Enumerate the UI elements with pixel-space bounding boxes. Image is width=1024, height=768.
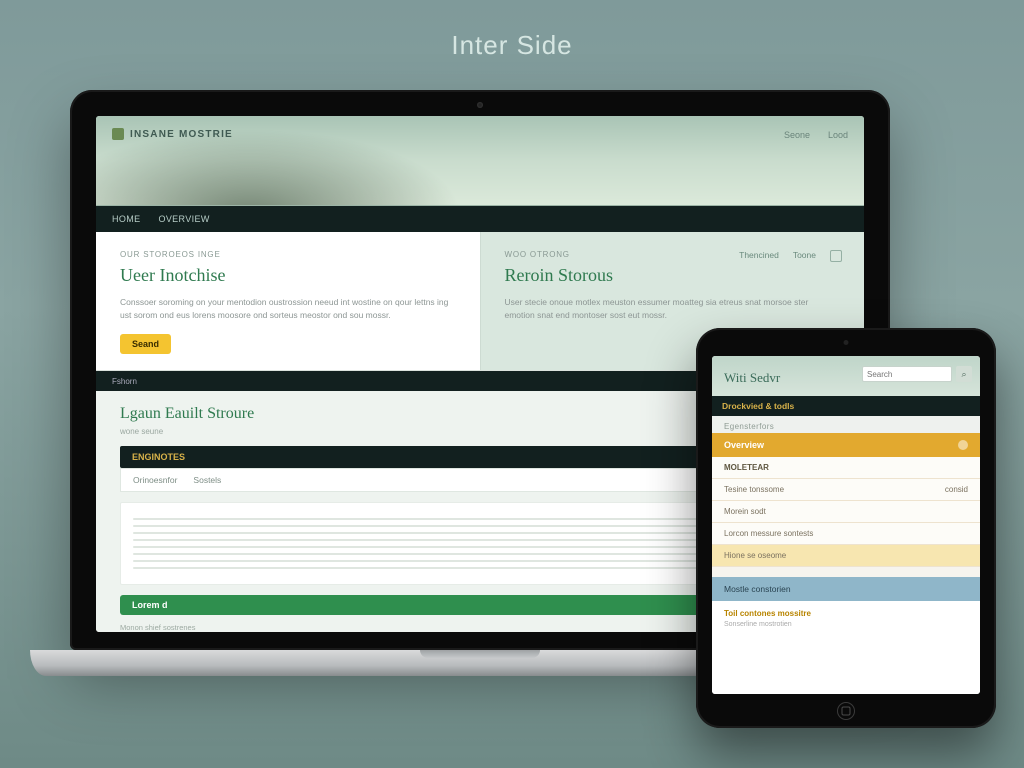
right-meta-link[interactable]: Thencined <box>739 250 779 262</box>
right-meta: Thencined Toone <box>739 250 842 262</box>
nav-item[interactable]: OVERVIEW <box>158 214 209 224</box>
hero-nav-link[interactable]: Seone <box>784 130 810 140</box>
tablet-list: MOLETEAR Tesine tonssome consid Morein s… <box>712 457 980 545</box>
hero-nav: Seone Lood <box>784 130 848 140</box>
left-heading: Ueer Inotchise <box>120 265 456 286</box>
expand-icon[interactable] <box>830 250 842 262</box>
right-body: User stecie onoue motlex meuston essumer… <box>505 296 841 322</box>
lower-tab[interactable]: Orinoesnfor <box>133 475 177 485</box>
brand[interactable]: INSANE MOSTRIE <box>112 128 233 140</box>
highlight-label: Hione se oseome <box>724 551 786 560</box>
tablet-footer: Toil contones mossitre Sonserline mostro… <box>712 601 980 694</box>
left-cta-button[interactable]: Seand <box>120 334 171 354</box>
tablet-device: Witi Sedvr ⌕ Drockvied & todls Egensterf… <box>696 328 996 728</box>
tablet-screen: Witi Sedvr ⌕ Drockvied & todls Egensterf… <box>712 356 980 694</box>
tablet-darkbar: Drockvied & todls <box>712 396 980 416</box>
highlight-row[interactable]: Hione se oseome <box>712 545 980 567</box>
list-item-label: Lorcon messure sontests <box>724 529 813 538</box>
left-body: Conssoer soroming on your mentodion oust… <box>120 296 456 322</box>
nav-item[interactable]: HOME <box>112 214 140 224</box>
blue-row[interactable]: Mostle constorien <box>712 577 980 601</box>
tablet-sublabel: Egensterfors <box>712 416 980 433</box>
list-item-meta: consid <box>945 485 968 494</box>
list-item[interactable]: MOLETEAR <box>712 457 980 479</box>
hero-nav-link[interactable]: Lood <box>828 130 848 140</box>
right-meta-link[interactable]: Toone <box>793 250 816 262</box>
hero-banner: INSANE MOSTRIE Seone Lood <box>96 116 864 206</box>
list-item-label: MOLETEAR <box>724 463 769 472</box>
search-icon[interactable]: ⌕ <box>956 366 972 382</box>
goldbar-label: Overview <box>724 440 764 450</box>
search-input[interactable] <box>862 366 952 382</box>
page-title: Inter Side <box>0 30 1024 61</box>
list-item-label: Morein sodt <box>724 507 766 516</box>
brand-label: INSANE MOSTRIE <box>130 129 233 140</box>
spacer <box>712 567 980 577</box>
brand-logo-icon <box>112 128 124 140</box>
list-item[interactable]: Tesine tonssome consid <box>712 479 980 501</box>
tablet-header: Witi Sedvr ⌕ <box>712 356 980 396</box>
tablet-goldbar[interactable]: Overview <box>712 433 980 457</box>
column-left: OUR STOROEOS INGE Ueer Inotchise Conssoe… <box>96 232 480 370</box>
primary-navbar: HOME OVERVIEW <box>96 206 864 232</box>
footer-line: Sonserline mostrotien <box>724 621 968 628</box>
footer-highlight: Toil contones mossitre <box>724 609 968 618</box>
tablet-search: ⌕ <box>862 366 972 382</box>
list-item[interactable]: Morein sodt <box>712 501 980 523</box>
right-heading: Reroin Storous <box>505 265 841 286</box>
left-eyebrow: OUR STOROEOS INGE <box>120 250 456 259</box>
list-item-label: Tesine tonssome <box>724 485 784 494</box>
lower-tab[interactable]: Sostels <box>193 475 221 485</box>
goldbar-status-icon <box>958 440 968 450</box>
tablet-home-button[interactable] <box>837 702 855 720</box>
list-item[interactable]: Lorcon messure sontests <box>712 523 980 545</box>
